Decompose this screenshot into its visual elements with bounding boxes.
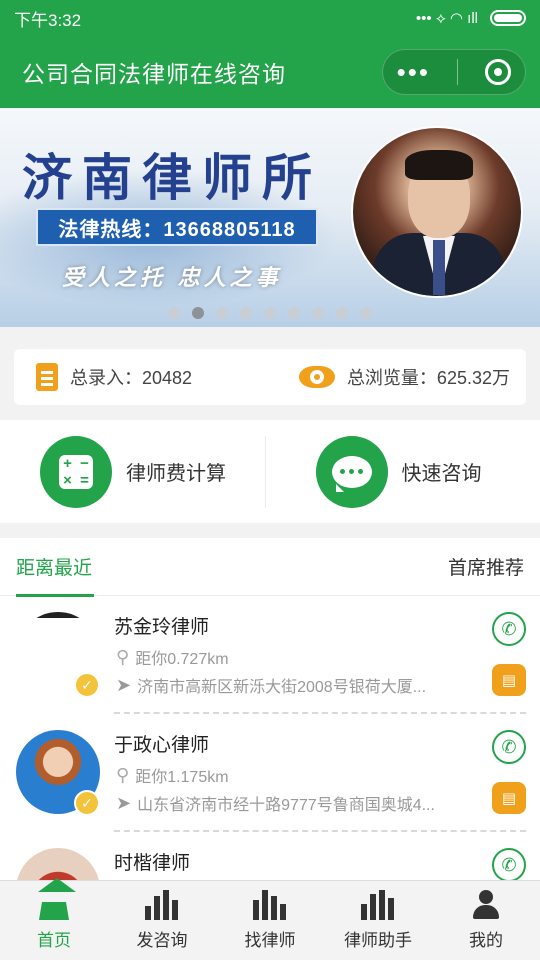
quick-consult-button[interactable]: 快速咨询: [264, 435, 540, 508]
navigation-arrow-icon: ➤: [116, 674, 132, 695]
status-bar: 下午3:32 ••• ⟡ ◠ ıll: [0, 0, 540, 36]
pager-dot[interactable]: [360, 307, 372, 319]
chat-bubble-icon: [315, 435, 388, 508]
banner-carousel[interactable]: 济南律师所 法律热线：13668805118 受人之托 忠人之事: [0, 108, 540, 327]
title-row: 公司合同法律师在线咨询 •••: [0, 36, 540, 108]
nav-consult-label: 发咨询: [136, 931, 188, 950]
consult-icon: [145, 890, 179, 920]
pager-dot[interactable]: [240, 307, 252, 319]
pager-dot[interactable]: [288, 307, 300, 319]
nav-assistant-label: 律师助手: [344, 931, 412, 950]
pager-dot[interactable]: [192, 307, 204, 319]
distance-text: 距你1.175km: [135, 769, 229, 786]
pager-dot[interactable]: [312, 307, 324, 319]
call-button[interactable]: ✆: [492, 612, 526, 646]
navigation-arrow-icon: ➤: [116, 792, 132, 813]
carousel-pager: [168, 307, 372, 319]
calculator-icon: + − × =: [40, 435, 112, 508]
signal-icons: ••• ⟡ ◠ ıll: [415, 10, 478, 27]
address-text: 济南市高新区新泺大街2008号银荷大厦...: [137, 679, 427, 696]
message-button[interactable]: ▤: [492, 782, 526, 814]
quick-actions: + − × = 律师费计算 快速咨询: [0, 420, 540, 523]
top-bar: 下午3:32 ••• ⟡ ◠ ıll 公司合同法律师在线咨询 •••: [0, 0, 540, 108]
nav-consult[interactable]: 发咨询: [108, 881, 216, 960]
fee-calculator-label: 律师费计算: [126, 463, 226, 485]
assistant-icon: [361, 890, 395, 920]
call-button[interactable]: ✆: [492, 730, 526, 764]
nav-find-lawyer[interactable]: 找律师: [216, 881, 324, 960]
location-pin-icon: ⚲: [116, 646, 130, 667]
nav-home-label: 首页: [37, 931, 71, 950]
nav-assistant[interactable]: 律师助手: [324, 881, 432, 960]
lawyer-name: 于政心律师: [114, 735, 210, 756]
verified-badge-icon: ✓: [74, 790, 100, 816]
lawyer-name: 苏金玲律师: [114, 617, 210, 638]
status-time: 下午3:32: [14, 10, 82, 30]
battery-icon: [490, 10, 526, 26]
distance-text: 距你0.727km: [135, 651, 229, 668]
bottom-nav: 首页 发咨询 找律师 律师助手 我的: [0, 878, 540, 960]
nav-mine-label: 我的: [469, 931, 503, 950]
page-title: 公司合同法律师在线咨询: [22, 61, 286, 87]
views-label: 总浏览量：625.32万: [346, 368, 510, 388]
banner-hotline: 法律热线：13668805118: [36, 208, 318, 246]
tab-recommended[interactable]: 首席推荐: [448, 553, 524, 580]
eye-icon: [298, 366, 335, 388]
nav-find-lawyer-label: 找律师: [244, 931, 296, 950]
address-text: 山东省济南市经十路9777号鲁商国奥城4...: [137, 797, 435, 814]
miniprogram-capsule: •••: [382, 49, 526, 95]
entries-label: 总录入：20482: [70, 368, 193, 388]
pager-dot[interactable]: [168, 307, 180, 319]
home-icon: [38, 878, 76, 920]
pager-dot[interactable]: [264, 307, 276, 319]
capsule-divider: [457, 59, 459, 85]
more-menu-icon[interactable]: •••: [397, 59, 430, 85]
lawyer-address: ➤ 山东省济南市经十路9777号鲁商国奥城4...: [116, 791, 476, 815]
banner-slogan: 受人之托 忠人之事: [62, 265, 282, 291]
lawyer-distance: ⚲ 距你0.727km: [116, 645, 229, 669]
pager-dot[interactable]: [216, 307, 228, 319]
nav-home[interactable]: 首页: [0, 878, 108, 960]
lawyer-name: 时楷律师: [114, 853, 191, 874]
views-stat: 总浏览量：625.32万: [298, 364, 510, 390]
nav-mine[interactable]: 我的: [432, 881, 540, 960]
fee-calculator-button[interactable]: + − × = 律师费计算: [0, 435, 265, 508]
tab-nearest[interactable]: 距离最近: [16, 538, 95, 597]
verified-badge-icon: ✓: [74, 672, 100, 698]
document-icon: [36, 363, 58, 391]
entries-stat: 总录入：20482: [36, 363, 192, 391]
lawyer-card[interactable]: ✓ 苏金玲律师 ⚲ 距你0.727km ➤ 济南市高新区新泺大街2008号银荷大…: [0, 598, 540, 714]
lawyer-card[interactable]: ✓ 于政心律师 ⚲ 距你1.175km ➤ 山东省济南市经十路9777号鲁商国奥…: [0, 716, 540, 832]
lawyer-portrait: [351, 126, 523, 298]
call-button[interactable]: ✆: [492, 848, 526, 882]
list-tabs: 距离最近 首席推荐: [0, 538, 540, 597]
location-pin-icon: ⚲: [116, 764, 130, 785]
banner-title: 济南律师所: [22, 148, 322, 207]
quick-consult-label: 快速咨询: [401, 463, 482, 485]
lawyer-address: ➤ 济南市高新区新泺大街2008号银荷大厦...: [116, 673, 476, 697]
pager-dot[interactable]: [336, 307, 348, 319]
lawyer-distance: ⚲ 距你1.175km: [116, 763, 229, 787]
stats-card: 总录入：20482 总浏览量：625.32万: [14, 349, 526, 405]
find-lawyer-icon: [253, 890, 287, 920]
user-icon: [471, 890, 501, 920]
status-icons: ••• ⟡ ◠ ıll: [416, 9, 526, 27]
message-button[interactable]: ▤: [492, 664, 526, 696]
close-miniprogram-icon[interactable]: [485, 59, 512, 85]
